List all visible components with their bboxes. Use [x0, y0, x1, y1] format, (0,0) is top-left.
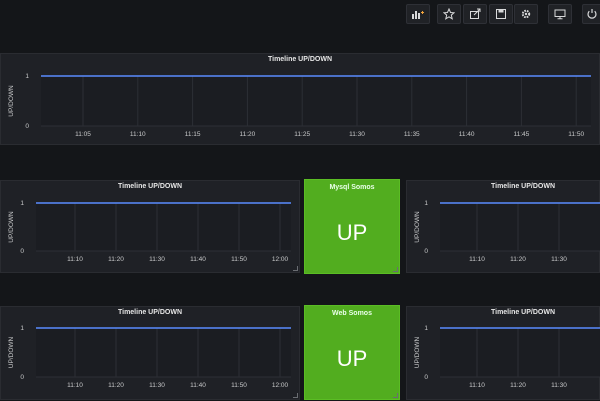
timeline-graph: 11:10 11:20 11:30 0 1UP/DOWN: [414, 325, 600, 389]
timeline-panel-row2-right[interactable]: Timeline UP/DOWN 11:10 11:20 11:30 0 1 UP/DOW…: [406, 180, 600, 273]
save-button[interactable]: [489, 4, 513, 24]
x-tick-label: 11:10: [130, 131, 146, 138]
y-tick-label: 0: [20, 374, 24, 381]
y-axis-label: UP/DOWN: [414, 211, 421, 243]
stat-value: UP: [336, 346, 368, 371]
y-tick-label: 1: [424, 200, 428, 207]
x-tick-label: 12:00: [272, 382, 289, 389]
x-tick-label: 11:10: [67, 256, 83, 263]
y-tick-label: 0: [20, 248, 24, 255]
x-tick-label: 11:40: [190, 382, 206, 389]
x-tick-label: 11:20: [108, 256, 124, 263]
y-tick-label: 0: [424, 374, 428, 381]
x-tick-label: 11:30: [349, 131, 365, 138]
settings-button[interactable]: [514, 4, 538, 24]
refresh-icon: [587, 9, 597, 19]
refresh-button[interactable]: [582, 4, 600, 24]
x-tick-label: 11:20: [108, 382, 124, 389]
x-tick-label: 11:20: [510, 382, 526, 389]
x-tick-label: 12:00: [272, 256, 289, 263]
x-tick-label: 11:10: [469, 382, 485, 389]
add-panel-icon: [412, 11, 424, 19]
y-tick-label: 1: [20, 200, 24, 207]
add-panel-button[interactable]: [406, 4, 430, 24]
dashboard-toolbar: [0, 0, 600, 30]
timeline-graph: 11:10 11:20 11:30 0 1UP/DOWN: [414, 200, 600, 263]
x-tick-label: 11:40: [190, 256, 206, 263]
plot-area: [440, 203, 600, 251]
y-axis-label: UP/DOWN: [8, 336, 15, 368]
tv-mode-button[interactable]: [548, 4, 572, 24]
plot-area: [36, 203, 291, 251]
y-tick-label: 0: [424, 248, 428, 255]
gear-icon: [521, 9, 531, 19]
x-tick-label: 11:40: [459, 131, 475, 138]
y-axis-label: UP/DOWN: [8, 85, 15, 117]
resize-handle[interactable]: [293, 266, 298, 271]
y-axis-label: UP/DOWN: [414, 336, 421, 368]
x-tick-label: 11:50: [568, 131, 584, 138]
plot-area: [41, 76, 591, 126]
x-tick-label: 11:50: [231, 382, 247, 389]
star-button[interactable]: [437, 4, 461, 24]
x-tick-label: 11:20: [510, 256, 526, 263]
stat-value: UP: [336, 220, 368, 245]
mysql-status-panel[interactable]: Mysql Somos UP: [304, 179, 400, 274]
x-tick-label: 11:05: [75, 131, 91, 138]
plot-area: [440, 328, 600, 377]
share-button[interactable]: [463, 4, 487, 24]
timeline-panel-row2-left[interactable]: Timeline UP/DOWN 11:10 11:20 11:30 11:40 11:…: [0, 180, 300, 273]
timeline-panel-row3-right[interactable]: Timeline UP/DOWN 11:10 11:20 11:30 0 1 UP/DOW…: [406, 306, 600, 400]
y-tick-label: 1: [20, 325, 24, 332]
x-tick-label: 11:20: [240, 131, 256, 138]
timeline-graph: 11:10 11:20 11:30 11:40 11:50 12:00 0 1 UP/DOWN: [8, 325, 291, 389]
x-tick-label: 11:25: [294, 131, 310, 138]
timeline-graph: 11:10 11:20 11:30 11:40 11:50 12:00 0 1 UP/DOWN: [8, 200, 291, 263]
x-tick-label: 11:35: [404, 131, 420, 138]
timeline-graph: 11:05 11:10 11:15 11:20 11:25 11:30 11:35 11:40…: [8, 73, 591, 138]
x-tick-label: 11:50: [231, 256, 247, 263]
timeline-panel-top[interactable]: Timeline UP/DOWN 11:05 11:10 11:15 11:20 11:…: [0, 53, 600, 145]
timeline-panel-row3-left[interactable]: Timeline UP/DOWN 11:10 11:20 11:30 11:40 11:…: [0, 306, 300, 400]
y-axis-label: UP/DOWN: [8, 211, 15, 243]
y-tick-label: 1: [25, 73, 29, 80]
x-tick-label: 11:15: [185, 131, 201, 138]
x-tick-label: 11:10: [67, 382, 83, 389]
plot-area: [36, 328, 291, 377]
y-tick-label: 0: [25, 123, 29, 130]
x-tick-label: 11:45: [514, 131, 530, 138]
save-icon: [496, 9, 506, 19]
star-icon: [443, 8, 455, 20]
resize-handle[interactable]: [393, 393, 398, 398]
x-tick-label: 11:30: [149, 382, 165, 389]
x-tick-label: 11:30: [149, 256, 165, 263]
x-tick-label: 11:30: [551, 256, 567, 263]
x-tick-label: 11:10: [469, 256, 485, 263]
web-status-panel[interactable]: Web Somos UP: [304, 305, 400, 400]
monitor-icon: [554, 9, 566, 20]
x-tick-label: 11:30: [551, 382, 567, 389]
resize-handle[interactable]: [293, 393, 298, 398]
share-icon: [470, 8, 481, 19]
y-tick-label: 1: [424, 325, 428, 332]
resize-handle[interactable]: [393, 267, 398, 272]
stat-title: Mysql Somos: [329, 184, 375, 191]
stat-title: Web Somos: [332, 310, 372, 317]
